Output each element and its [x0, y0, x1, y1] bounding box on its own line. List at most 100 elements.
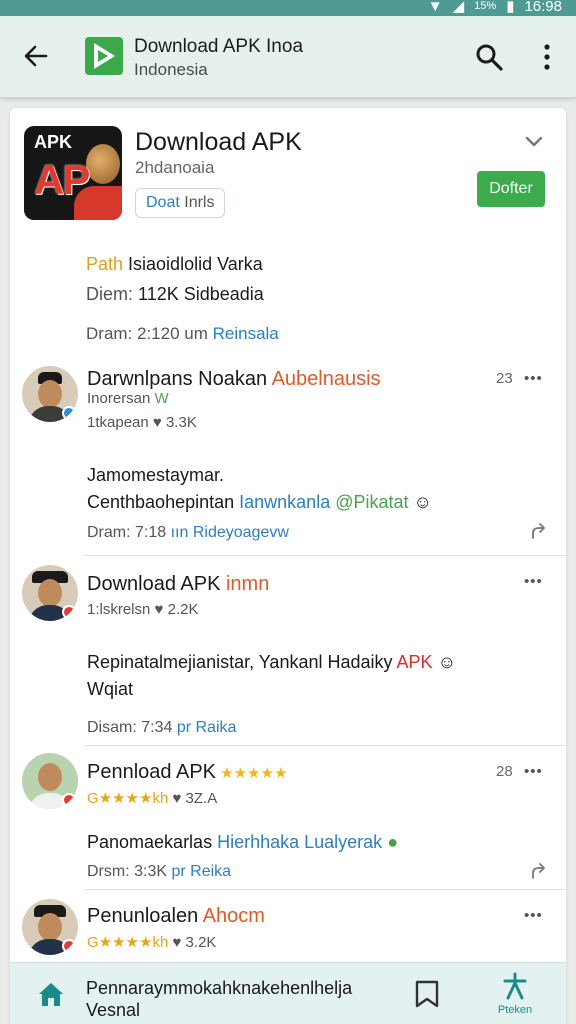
post-footer: Drsm: 3:3K pr Reika	[87, 863, 231, 881]
category-chip[interactable]: Doat Inrls	[135, 188, 226, 218]
post-body-line-2: Wqiat	[87, 679, 134, 699]
post-author[interactable]: Penunloalen Ahocm	[87, 905, 265, 928]
avatar-face	[38, 913, 62, 941]
avatar[interactable]	[22, 565, 78, 621]
chip-label-primary: Doat	[146, 194, 180, 211]
app-bar: Download APK Inoa Indonesia	[0, 16, 576, 98]
post-body-line-1: Panomaekarlas Hierhhaka Lualyerak ●	[87, 829, 398, 856]
post-foot-link[interactable]: Rideyoagevw	[188, 524, 289, 541]
info-time-label: Dram:	[86, 324, 133, 343]
share-icon[interactable]	[529, 862, 549, 882]
post-footer: Dram: 7:18 ıın Rideyoagevw	[87, 524, 289, 542]
more-dots-icon[interactable]: •••	[524, 763, 543, 780]
avatar-face	[38, 380, 62, 408]
nav-tab-active[interactable]: Pteken	[488, 971, 542, 1021]
avatar[interactable]	[22, 899, 78, 955]
app-logo-icon	[85, 37, 123, 75]
post-meta-stats: ♥ 3Z.A	[168, 790, 218, 807]
info-line-size: Diem: 112K Sidbeadia	[86, 284, 264, 305]
avatar[interactable]	[22, 366, 78, 422]
verified-badge-icon	[62, 406, 76, 420]
post-body-link[interactable]: Ianwnkanla	[234, 492, 330, 512]
search-icon[interactable]	[474, 42, 504, 72]
app-title: Download APK	[135, 128, 302, 156]
post-stats: 1:lskrelsn ♥ 2.2K	[87, 601, 199, 618]
status-badge-icon	[62, 939, 76, 953]
emoji-icon: ☺	[437, 652, 456, 672]
signal-icon: ◢	[452, 0, 465, 15]
bottom-nav: Pennaraymmokahknakehenlhelja Vesnal Pteke…	[10, 962, 566, 1024]
battery-level: 15%	[474, 0, 497, 12]
nav-tab-label: Pteken	[497, 1004, 533, 1016]
post-stats: 1tkapean ♥ 3.3K	[87, 414, 197, 431]
post-author-tag: inmn	[220, 573, 270, 595]
rating-stars-icon: G★★★★kh	[87, 790, 169, 807]
info-line-path: Path Isiaoidlolid Varka	[86, 254, 263, 275]
food-image	[86, 144, 120, 184]
divider	[84, 889, 566, 890]
post-author-name: Download APK	[87, 573, 221, 595]
post-body-line-2: Centhbaohepintan Ianwnkanla @Pikatat ☺	[87, 489, 432, 516]
post-body-link[interactable]: Hierhhaka Lualyerak	[212, 832, 382, 852]
more-dots-icon[interactable]: •••	[524, 907, 543, 924]
star-person-icon	[503, 972, 527, 1000]
emoji-icon: ●	[387, 832, 399, 852]
wifi-icon: ▼	[427, 0, 443, 15]
post-meta: G★★★★kh ♥ 3.2K	[87, 933, 216, 951]
post-author-tag: Ahocm	[198, 905, 265, 927]
post-meta-stats: ♥ 3.2K	[168, 934, 217, 951]
info-line-time: Dram: 2:120 um Reinsala	[86, 324, 279, 344]
post-foot-unit: ıın	[166, 524, 189, 541]
more-dots-icon[interactable]: •••	[524, 370, 543, 387]
post-author-name: Penunloalen	[87, 905, 199, 927]
divider	[84, 555, 566, 556]
avatar[interactable]	[22, 753, 78, 809]
share-icon[interactable]	[529, 522, 549, 542]
post-foot-link[interactable]: pr Reika	[167, 863, 231, 880]
apk-app-icon[interactable]: APK AP	[24, 126, 122, 220]
post-meta-accent: W	[150, 390, 169, 407]
post-author[interactable]: Darwnlpans Noakan Aubelnausis	[87, 368, 381, 391]
info-time-value: 2:120	[132, 324, 180, 343]
post-footer: Disam: 7:34 pr Raika	[87, 719, 236, 737]
post-foot-value: 7:34	[136, 719, 173, 736]
post-meta: Inorersan W	[87, 390, 169, 407]
info-size-value: 112K Sidbeadia	[133, 284, 264, 304]
status-badge-icon	[62, 605, 76, 619]
post-author-name: Pennload APK	[87, 761, 216, 783]
post-foot-label: Disam:	[87, 719, 137, 736]
post-foot-link[interactable]: pr Raika	[172, 719, 237, 736]
info-size-label: Diem:	[86, 284, 134, 304]
back-arrow-icon[interactable]	[20, 40, 52, 72]
post-meta: G★★★★kh ♥ 3Z.A	[87, 789, 217, 807]
rating-stars-icon: G★★★★kh	[87, 934, 169, 951]
post-author[interactable]: Download APK inmn	[87, 573, 269, 596]
rating-stars-icon: ★★★★★	[216, 765, 288, 782]
clock: 16:98	[524, 0, 562, 15]
post-foot-label: Dram:	[87, 524, 131, 541]
info-time-unit: um	[179, 324, 208, 343]
status-bar: ▼ ◢ 15% ▮ 16:98	[0, 0, 576, 16]
post-body-mention[interactable]: @Pikatat	[330, 492, 408, 512]
chevron-down-icon[interactable]	[522, 130, 546, 154]
bookmark-icon[interactable]	[413, 979, 441, 1009]
post-body-text: Repinatalmejianistar, Yankanl Hadaiky	[87, 652, 393, 672]
content-card: APK AP Download APK 2hdanoaia Doat Inrls…	[10, 108, 566, 1024]
post-body-text: Centhbaohepintan	[87, 492, 235, 512]
icon-label-apk: APK	[34, 132, 73, 152]
more-dots-icon[interactable]: •••	[524, 573, 543, 590]
home-icon[interactable]	[36, 979, 66, 1009]
avatar-face	[38, 763, 62, 791]
battery-icon: ▮	[506, 0, 515, 15]
post-meta-text: Inorersan	[87, 390, 151, 407]
info-time-link[interactable]: Reinsala	[208, 324, 279, 343]
more-options-icon[interactable]	[532, 42, 562, 72]
post-author[interactable]: Pennload APK ★★★★★	[87, 761, 287, 784]
download-button[interactable]: Dofter	[477, 171, 545, 207]
info-path-highlight: Path	[86, 254, 124, 274]
divider	[84, 745, 566, 746]
app-bar-title: Download APK Inoa	[134, 36, 304, 57]
chip-label-secondary: Inrls	[179, 194, 215, 211]
nav-text-line-1: Pennaraymmokahknakehenlhelja	[86, 978, 353, 998]
post-body-accent: APK	[392, 652, 433, 672]
